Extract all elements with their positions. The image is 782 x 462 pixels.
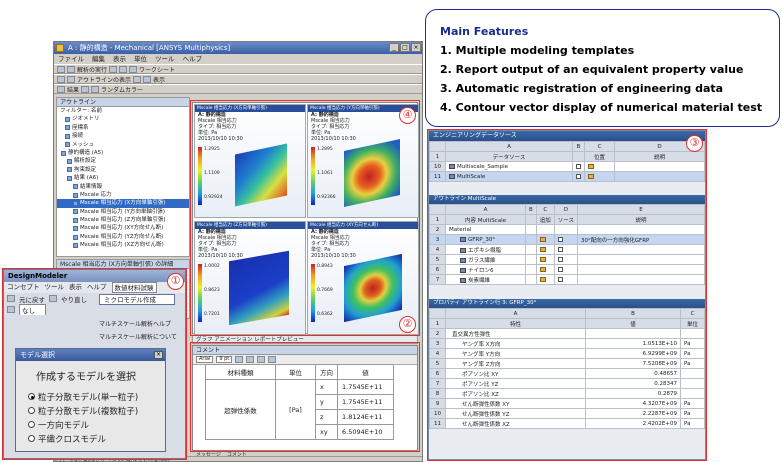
- menu-help[interactable]: ヘルプ: [183, 54, 203, 64]
- worksheet-button[interactable]: ワークシート: [139, 65, 175, 74]
- pan-icon[interactable]: [57, 75, 65, 83]
- tree-item[interactable]: Mscale 相当応力 (XY方向せん断): [57, 224, 189, 232]
- tree-node-icon: [73, 217, 78, 223]
- random-color-button[interactable]: ランダムカラー: [101, 85, 143, 94]
- open-icon[interactable]: [67, 65, 75, 73]
- tree-item[interactable]: 座標系: [57, 124, 189, 132]
- tree-item[interactable]: ジオメトリ: [57, 115, 189, 123]
- iso-icon[interactable]: [143, 75, 152, 83]
- tree-node-icon: [67, 175, 72, 181]
- mechanical-titlebar: A : 静的構造 - Mechanical [ANSYS Multiphysic…: [54, 42, 422, 54]
- tree-item-label: Mscale 相当応力 (YZ方向せん断): [80, 233, 164, 240]
- fit-icon[interactable]: [67, 75, 75, 83]
- tree-item[interactable]: 結果情報: [57, 183, 189, 191]
- badge-4: ④: [399, 107, 416, 124]
- outline-title: アウトライン: [57, 98, 189, 107]
- tree-item-label: Mscale 応力: [80, 191, 112, 198]
- tree-item[interactable]: 拘束設定: [57, 166, 189, 174]
- menu-bar: ファイル 編集 表示 単位 ツール ヘルプ: [54, 54, 422, 64]
- feature-item: 4. Contour vector display of numerical m…: [440, 101, 763, 114]
- tree-item-label: 座標系: [72, 124, 89, 131]
- feature-item: 1. Multiple modeling templates: [440, 44, 635, 57]
- menu-view[interactable]: 表示: [113, 54, 126, 64]
- tree-node-icon: [73, 200, 78, 206]
- badge-3: ③: [686, 135, 703, 152]
- tree-node-icon: [67, 167, 72, 173]
- badge-2: ②: [399, 316, 416, 333]
- tree-node-icon: [73, 209, 78, 215]
- window-title: A : 静的構造 - Mechanical [ANSYS Multiphysic…: [68, 44, 231, 52]
- tree-node-icon: [73, 226, 78, 232]
- tree-item[interactable]: 解析設定: [57, 157, 189, 165]
- tree-item[interactable]: Mscale 相当応力 (Z方向単軸引張): [57, 216, 189, 224]
- callout-box-4: [190, 100, 420, 336]
- minimize-icon[interactable]: _: [389, 43, 399, 52]
- main-features-box: Main Features 1. Multiple modeling templ…: [425, 9, 780, 127]
- tree-item[interactable]: Mscale 相当応力 (YZ方向せん断): [57, 233, 189, 241]
- tree-item-label: Mscale 相当応力 (XY方向せん断): [80, 225, 164, 232]
- tree-node-icon: [61, 150, 66, 156]
- tree-item-label: Mscale 相当応力 (XZ方向せん断): [80, 242, 164, 249]
- tree-item-label: 拘束設定: [74, 166, 97, 173]
- tree-node-icon: [65, 142, 70, 148]
- toolbar-2: アウトラインの表示 表示: [54, 74, 422, 84]
- tree-node-icon: [65, 117, 70, 123]
- tree-node-icon: [73, 192, 78, 198]
- contour-icon[interactable]: [81, 85, 90, 93]
- solve-button[interactable]: 解析の実行: [77, 65, 107, 74]
- outline-pane: アウトライン フィルター: 名前 ジオメトリ 座標系接続 メッシュ 静的構造 (A5)…: [56, 97, 190, 257]
- toolbar-3: 結果 ランダムカラー: [54, 84, 422, 94]
- app-icon: [56, 44, 64, 52]
- tree-item[interactable]: 結果 (A6): [57, 174, 189, 182]
- box-zoom-icon[interactable]: [133, 75, 142, 83]
- tree-node-icon: [67, 159, 72, 165]
- tree-item[interactable]: 接続: [57, 132, 189, 140]
- new-icon[interactable]: [57, 65, 65, 73]
- tree-node-icon: [73, 234, 78, 240]
- tree-item-label: 解析設定: [74, 158, 97, 165]
- tree-item-label: 接続: [72, 133, 84, 140]
- tree-node-icon: [65, 133, 70, 139]
- menu-tools[interactable]: ツール: [155, 54, 175, 64]
- feature-item: 2. Report output of an equivalent proper…: [440, 63, 744, 76]
- badge-1: ①: [167, 273, 184, 290]
- callout-box-3: [427, 129, 707, 461]
- outline-filter[interactable]: フィルター: 名前: [57, 107, 189, 115]
- close-icon[interactable]: ×: [411, 43, 421, 52]
- callout-box-1: [2, 268, 187, 460]
- callout-box-2: [190, 342, 420, 452]
- features-title: Main Features: [440, 25, 529, 38]
- tree-item[interactable]: Mscale 相当応力 (XZ方向せん断): [57, 241, 189, 249]
- tree-item[interactable]: Mscale 応力: [57, 191, 189, 199]
- tree-item-label: 静的構造 (A5): [68, 149, 104, 156]
- show-outline-button[interactable]: アウトラインの表示: [77, 75, 131, 84]
- tree-item-label: ジオメトリ: [72, 116, 100, 123]
- tree-item[interactable]: Mscale 相当応力 (X方向単軸引張): [57, 199, 189, 208]
- tree-item-label: Mscale 相当応力 (Z方向単軸引張): [80, 217, 166, 224]
- menu-edit[interactable]: 編集: [92, 54, 105, 64]
- select-icon[interactable]: [109, 65, 118, 73]
- tree-node-icon: [73, 184, 78, 190]
- tree-item-label: メッシュ: [72, 141, 95, 148]
- toolbar-1: 解析の実行 ワークシート: [54, 64, 422, 74]
- tree-item-label: 結果情報: [80, 183, 103, 190]
- result-button[interactable]: 結果: [67, 85, 79, 94]
- tree-node-icon: [73, 242, 78, 248]
- result-icon[interactable]: [57, 85, 65, 93]
- rotate-icon[interactable]: [129, 65, 138, 73]
- tree-item-label: Mscale 相当応力 (X方向単軸引張): [80, 200, 166, 207]
- menu-units[interactable]: 単位: [134, 54, 147, 64]
- tree-item[interactable]: Mscale 相当応力 (Y方向単軸引張): [57, 208, 189, 216]
- display-button[interactable]: 表示: [153, 75, 165, 84]
- tree-item[interactable]: メッシュ: [57, 141, 189, 149]
- zoom-icon[interactable]: [119, 65, 128, 73]
- vector-icon[interactable]: [91, 85, 100, 93]
- menu-file[interactable]: ファイル: [58, 54, 84, 64]
- feature-item: 3. Automatic registration of engineering…: [440, 82, 724, 95]
- maximize-icon[interactable]: □: [400, 43, 410, 52]
- tree-node-icon: [65, 125, 70, 131]
- tree-item[interactable]: 静的構造 (A5): [57, 149, 189, 157]
- tree-item-label: 結果 (A6): [74, 175, 99, 182]
- tree-item-label: Mscale 相当応力 (Y方向単軸引張): [80, 208, 166, 215]
